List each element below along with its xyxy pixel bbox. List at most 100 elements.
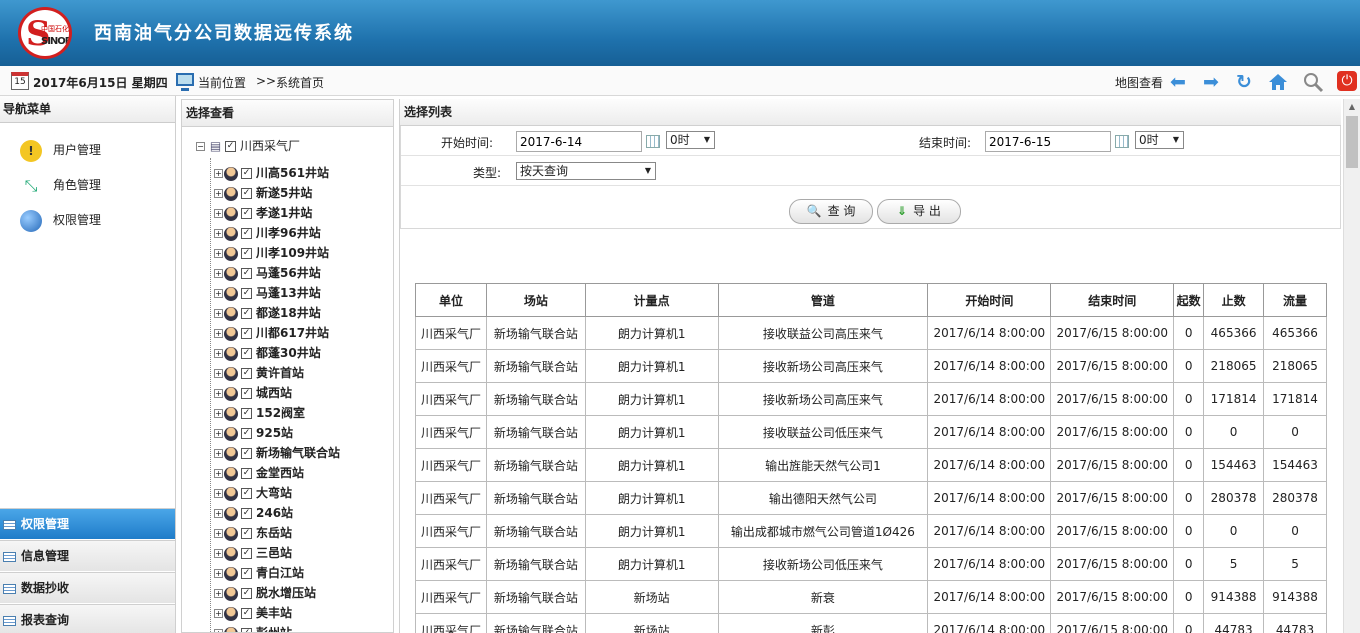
tree-root[interactable]: − ▤ ✓ 川西采气厂 [196,138,300,154]
query-button[interactable]: 🔍 查 询 [789,199,873,224]
column-header[interactable]: 止数 [1203,283,1265,317]
column-header[interactable]: 开始时间 [927,283,1052,317]
start-date-input[interactable] [516,131,642,152]
date-picker-icon[interactable] [1115,135,1129,148]
column-header[interactable]: 结束时间 [1050,283,1175,317]
nav-category-data-collection[interactable]: 数据抄收 [0,572,175,603]
tree-node-checkbox[interactable]: ✓ [241,608,252,619]
expand-icon[interactable]: + [214,469,223,478]
nav-item-role-management[interactable]: ⤡ 角色管理 [20,173,101,197]
nav-category-info[interactable]: 信息管理 [0,540,175,571]
end-date-input[interactable] [985,131,1111,152]
tree-node-checkbox[interactable]: ✓ [241,468,252,479]
column-header[interactable]: 起数 [1173,283,1205,317]
tree-node[interactable]: + ✓ 城西站 [214,383,392,403]
expand-icon[interactable]: + [214,589,223,598]
table-row[interactable]: 川西采气厂 新场输气联合站 朗力计算机1 输出德阳天然气公司 2017/6/14 8:0… [415,481,1327,515]
expand-icon[interactable]: + [214,229,223,238]
column-header[interactable]: 管道 [717,283,929,317]
tree-node-checkbox[interactable]: ✓ [241,628,252,632]
start-hour-select[interactable]: 0时 [666,131,715,149]
forward-arrow-icon[interactable]: ➡ [1200,71,1222,93]
tree-node[interactable]: + ✓ 新遂5井站 [214,183,392,203]
tree-node[interactable]: + ✓ 都遂18井站 [214,303,392,323]
nav-category-reports[interactable]: 报表查询 [0,604,175,633]
expand-icon[interactable]: + [214,349,223,358]
expand-icon[interactable]: + [214,449,223,458]
tree-node[interactable]: + ✓ 黄许首站 [214,363,392,383]
tree-node-checkbox[interactable]: ✓ [241,288,252,299]
type-select[interactable]: 按天查询 [516,162,656,180]
breadcrumb-current[interactable]: 系统首页 [276,74,324,91]
table-row[interactable]: 川西采气厂 新场输气联合站 朗力计算机1 接收新场公司低压来气 2017/6/14 8:… [415,547,1327,581]
tree-node-checkbox[interactable]: ✓ [241,588,252,599]
expand-icon[interactable]: + [214,169,223,178]
expand-icon[interactable]: + [214,289,223,298]
expand-icon[interactable]: + [214,409,223,418]
export-button[interactable]: ⇓ 导 出 [877,199,961,224]
expand-icon[interactable]: + [214,249,223,258]
expand-icon[interactable]: + [214,189,223,198]
tree-node[interactable]: + ✓ 马蓬13井站 [214,283,392,303]
tree-node[interactable]: + ✓ 孝遂1井站 [214,203,392,223]
expand-icon[interactable]: + [214,529,223,538]
expand-icon[interactable]: + [214,369,223,378]
tree-node-checkbox[interactable]: ✓ [241,228,252,239]
table-row[interactable]: 川西采气厂 新场输气联合站 新场站 新彭 2017/6/14 8:00:00 2017/6… [415,613,1327,633]
expand-icon[interactable]: + [214,429,223,438]
tree-node-checkbox[interactable]: ✓ [241,308,252,319]
column-header[interactable]: 流量 [1263,283,1327,317]
search-icon[interactable] [1302,71,1324,93]
vertical-scrollbar[interactable]: ▲ [1343,99,1360,633]
tree-node[interactable]: + ✓ 大弯站 [214,483,392,503]
column-header[interactable]: 计量点 [584,283,719,317]
nav-item-permission-management[interactable]: 权限管理 [20,208,101,232]
tree-node[interactable]: + ✓ 脱水增压站 [214,583,392,603]
tree-node-checkbox[interactable]: ✓ [241,448,252,459]
tree-node[interactable]: + ✓ 川都617井站 [214,323,392,343]
expand-icon[interactable]: + [214,329,223,338]
tree-node-checkbox[interactable]: ✓ [241,348,252,359]
expand-icon[interactable]: + [214,309,223,318]
expand-icon[interactable]: + [214,389,223,398]
tree-node-checkbox[interactable]: ✓ [241,188,252,199]
tree-node[interactable]: + ✓ 川高561井站 [214,163,392,183]
expand-icon[interactable]: + [214,569,223,578]
tree-node-checkbox[interactable]: ✓ [241,208,252,219]
expand-icon[interactable]: + [214,629,223,632]
column-header[interactable]: 单位 [415,283,487,317]
back-arrow-icon[interactable]: ⬅ [1167,71,1189,93]
power-icon[interactable]: ⏻ [1337,71,1357,91]
column-header[interactable]: 场站 [485,283,586,317]
table-row[interactable]: 川西采气厂 新场输气联合站 朗力计算机1 输出成都城市燃气公司管道1Ø426 2017/… [415,514,1327,548]
tree-node-checkbox[interactable]: ✓ [241,248,252,259]
tree-node[interactable]: + ✓ 246站 [214,503,392,523]
home-icon[interactable] [1267,71,1289,93]
tree-node-checkbox[interactable]: ✓ [241,488,252,499]
tree-node[interactable]: + ✓ 马蓬56井站 [214,263,392,283]
nav-category-permissions[interactable]: 权限管理 [0,508,175,539]
tree-node[interactable]: +✓彭州站 [214,623,392,632]
tree-node[interactable]: + ✓ 东岳站 [214,523,392,543]
tree-node[interactable]: + ✓ 新场输气联合站 [214,443,392,463]
expand-icon[interactable]: + [214,549,223,558]
tree-node-checkbox[interactable]: ✓ [241,508,252,519]
tree-node-checkbox[interactable]: ✓ [241,268,252,279]
map-view-link[interactable]: 地图查看 [1115,74,1163,91]
tree-node[interactable]: + ✓ 青白江站 [214,563,392,583]
expand-icon[interactable]: + [214,269,223,278]
collapse-icon[interactable]: − [196,142,205,151]
expand-icon[interactable]: + [214,489,223,498]
tree-node[interactable]: + ✓ 金堂西站 [214,463,392,483]
tree-node[interactable]: + ✓ 川孝96井站 [214,223,392,243]
tree-node-checkbox[interactable]: ✓ [241,568,252,579]
tree-node-checkbox[interactable]: ✓ [241,528,252,539]
tree-node-checkbox[interactable]: ✓ [241,368,252,379]
tree-node-checkbox[interactable]: ✓ [241,428,252,439]
scroll-up-icon[interactable]: ▲ [1344,99,1360,115]
table-row[interactable]: 川西采气厂 新场输气联合站 朗力计算机1 接收联益公司高压来气 2017/6/14 8:… [415,316,1327,350]
scroll-thumb[interactable] [1346,116,1358,168]
table-row[interactable]: 川西采气厂 新场输气联合站 朗力计算机1 输出旌能天然气公司1 2017/6/14 8:… [415,448,1327,482]
tree-node-checkbox[interactable]: ✓ [241,388,252,399]
tree-root-checkbox[interactable]: ✓ [225,141,236,152]
